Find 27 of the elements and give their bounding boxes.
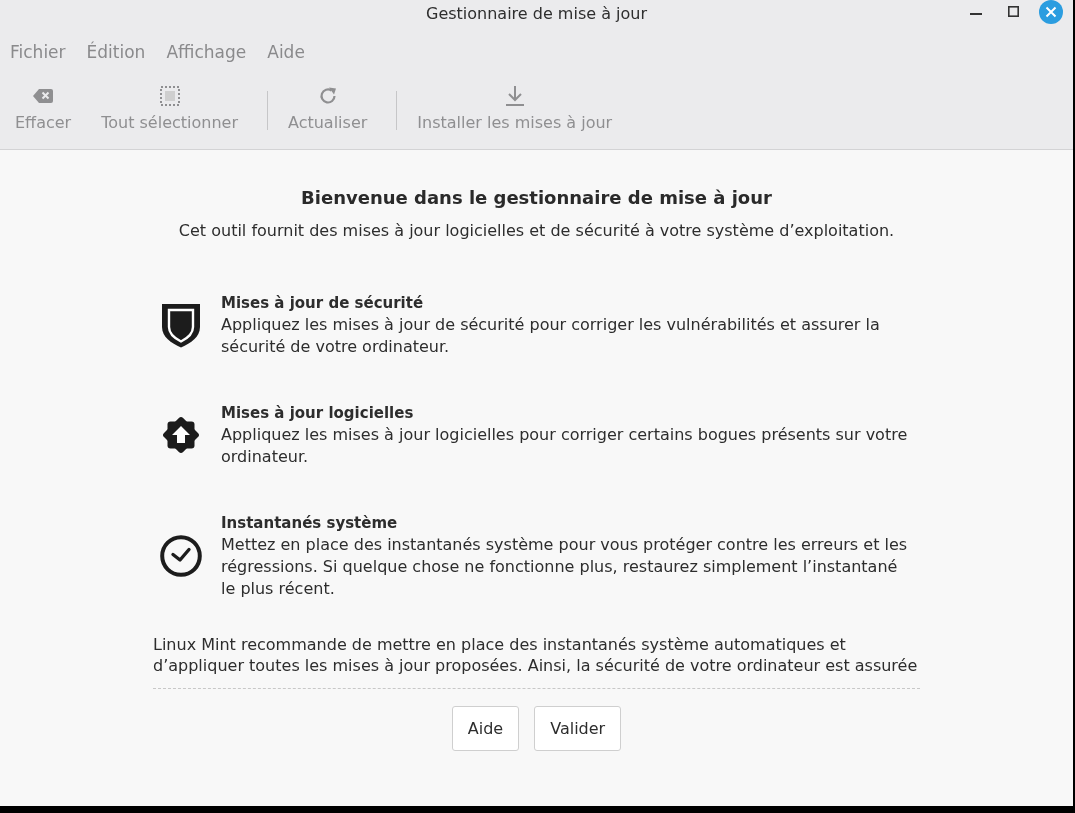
menu-item[interactable]: Édition [76,38,157,66]
feature-description: Appliquez les mises à jour de sécurité pour corriger les vulnérabilités et assurer la sécurité de votre ordinateur. [221,314,881,358]
maximize-button[interactable] [1008,6,1019,17]
shield-icon [161,302,201,348]
refresh-icon [317,86,338,106]
welcome-subtitle: Cet outil fournit des mises à jour logicielles et de sécurité à votre système d’exploitation. [177,220,896,242]
minimize-icon [970,13,982,15]
menu-item[interactable]: Fichier [0,38,77,66]
clear-icon [33,89,54,103]
select-all-icon [159,86,180,106]
menu-item[interactable]: Affichage [156,38,258,66]
close-icon [1039,0,1063,24]
clock-icon [160,535,202,577]
dialog-button[interactable]: Valider [534,706,622,751]
menu-item[interactable]: Aide [257,38,316,66]
feature-description: Appliquez les mises à jour logicielles pour corriger certains bogues présents sur votre ordinateur. [221,424,909,468]
download-icon [505,86,524,106]
feature-title: Instantanés système [221,513,399,534]
feature-title: Mises à jour logicielles [221,403,415,424]
close-button[interactable] [1039,0,1063,24]
welcome-heading: Bienvenue dans le gestionnaire de mise à jour [300,186,773,210]
window-title: Gestionnaire de mise à jour [426,3,647,23]
maximize-icon [1008,6,1019,17]
recommendation-text: Linux Mint recommande de mettre en place des instantanés système automatiques et d’appliquer toutes les mises à jour proposées. Ainsi, la sécurité de votre ordinateur est assurée [153,634,920,689]
feature-description: Mettez en place des instantanés système pour vous protéger contre les erreurs et les régressions. Si quelque chose ne fonctionne plus, restaurez simplement l’instantané le plus récent. [221,534,909,600]
feature-title: Mises à jour de sécurité [221,293,425,314]
dialog-button[interactable]: Aide [451,706,520,751]
